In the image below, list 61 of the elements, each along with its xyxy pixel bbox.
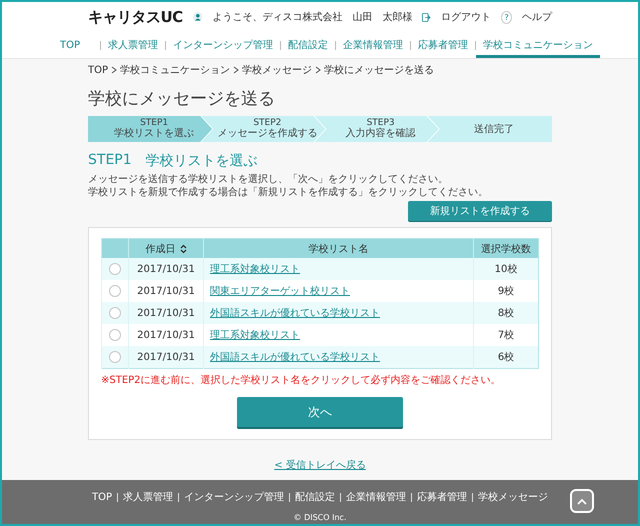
logo: キャリタスUC bbox=[88, 8, 183, 26]
scroll-top-button[interactable] bbox=[570, 489, 594, 513]
sort-icon[interactable] bbox=[180, 244, 186, 254]
step-number: STEP1 bbox=[88, 152, 132, 170]
page-title: 学校にメッセージを送る bbox=[88, 88, 276, 110]
step-indicator: 送信完了 bbox=[428, 116, 552, 142]
welcome-text: ようこそ、ディスコ株式会社 山田 太郎様 bbox=[212, 10, 412, 24]
nav-tab[interactable]: 企業情報管理 bbox=[336, 32, 410, 58]
nav-tab[interactable]: 応募者管理 bbox=[411, 32, 475, 58]
next-button[interactable]: 次へ bbox=[237, 397, 403, 427]
school-list-link[interactable]: 理工系対象校リスト bbox=[210, 264, 300, 275]
footer-link[interactable]: 企業情報管理 bbox=[341, 490, 411, 504]
nav-tab[interactable]: TOP bbox=[40, 32, 100, 58]
logout-link[interactable]: ログアウト bbox=[441, 10, 492, 24]
radio-button[interactable] bbox=[109, 307, 121, 319]
column-header: 選択学校数 bbox=[481, 242, 531, 256]
breadcrumb-link[interactable]: 学校メッセージ bbox=[242, 63, 312, 77]
school-list-link[interactable]: 関東エリアターゲット校リスト bbox=[210, 286, 350, 297]
step-indicator: STEP1 学校リストを選ぶ bbox=[88, 116, 212, 142]
nav-tab[interactable]: 学校コミュニケーション bbox=[476, 32, 600, 58]
chevron-up-icon bbox=[577, 498, 587, 504]
radio-button[interactable] bbox=[109, 329, 121, 341]
back-link[interactable]: < 受信トレイへ戻る bbox=[274, 458, 366, 472]
footer-link[interactable]: 学校メッセージ bbox=[473, 490, 553, 504]
instruction-text: メッセージを送信する学校リストを選択し、「次へ」をクリックしてください。 bbox=[88, 174, 449, 186]
nav-tab[interactable]: 求人票管理 bbox=[101, 32, 165, 58]
copyright-text: © DISCO Inc. bbox=[294, 513, 346, 522]
table-cell: 10校 bbox=[474, 258, 538, 280]
chevron-icon bbox=[315, 66, 322, 74]
footer-link[interactable]: 応募者管理 bbox=[412, 490, 472, 504]
radio-button[interactable] bbox=[109, 263, 121, 275]
school-list-link[interactable]: 理工系対象校リスト bbox=[210, 330, 300, 341]
footer-link[interactable]: TOP bbox=[86, 492, 117, 502]
help-link[interactable]: ヘルプ bbox=[522, 10, 552, 24]
chevron-icon bbox=[111, 66, 118, 74]
help-icon: ? bbox=[501, 10, 512, 24]
step-indicator: STEP2 メッセージを作成する bbox=[201, 116, 326, 142]
breadcrumb-link[interactable]: TOP bbox=[88, 64, 108, 76]
footer-link[interactable]: 求人票管理 bbox=[118, 490, 178, 504]
column-header: 作成日 bbox=[146, 242, 176, 256]
warning-note: ※STEP2に進む前に、選択した学校リスト名をクリックして必ず内容をご確認ください。 bbox=[101, 374, 502, 387]
footer-link[interactable]: 配信設定 bbox=[290, 490, 340, 504]
breadcrumb-link[interactable]: 学校コミュニケーション bbox=[120, 63, 230, 77]
section-heading: 学校リストを選ぶ bbox=[146, 152, 258, 170]
table-cell: 2017/10/31 bbox=[128, 258, 204, 280]
chevron-icon bbox=[233, 66, 240, 74]
user-icon bbox=[192, 11, 202, 23]
new-list-button[interactable]: 新規リストを作成する bbox=[408, 201, 552, 221]
table-cell: 2017/10/31 bbox=[128, 302, 204, 324]
nav-tab[interactable]: インターンシップ管理 bbox=[166, 32, 280, 58]
footer-link[interactable]: インターンシップ管理 bbox=[179, 490, 289, 504]
table-cell: 6校 bbox=[474, 346, 538, 368]
breadcrumb-current: 学校にメッセージを送る bbox=[324, 64, 434, 77]
instruction-text: 学校リストを新規で作成する場合は「新規リストを作成する」をクリックしてください。 bbox=[88, 186, 489, 199]
radio-button[interactable] bbox=[109, 285, 121, 297]
column-header: 学校リスト名 bbox=[308, 242, 368, 256]
table-cell: 8校 bbox=[474, 302, 538, 324]
logout-icon bbox=[422, 12, 432, 22]
radio-button[interactable] bbox=[109, 351, 121, 363]
nav-tab[interactable]: 配信設定 bbox=[281, 32, 335, 58]
table-cell: 2017/10/31 bbox=[128, 346, 204, 368]
